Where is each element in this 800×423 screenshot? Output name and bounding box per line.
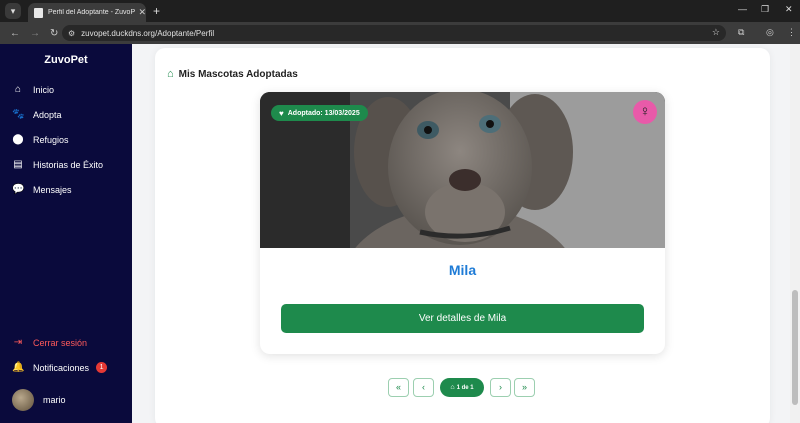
paw-icon: 🐾 — [12, 109, 25, 120]
current-page-text: 1 de 1 — [456, 384, 474, 391]
reload-icon[interactable]: ↻ — [50, 28, 58, 39]
sidebar-item-inicio[interactable]: ⌂ Inicio — [12, 84, 54, 95]
tab-title: Perfil del Adoptante - ZuvoPet — [47, 9, 136, 16]
address-bar[interactable]: ⚙ zuvopet.duckdns.org/Adoptante/Perfil ☆ — [62, 25, 726, 41]
page-favicon-icon — [34, 7, 43, 18]
sign-out-icon: ⇥ — [13, 337, 23, 348]
view-pet-details-button[interactable]: Ver detalles de Mila — [281, 304, 644, 333]
forward-arrow-icon[interactable]: → — [30, 28, 40, 39]
sidebar-item-label: Historias de Éxito — [33, 159, 104, 170]
sidebar-item-label: Adopta — [33, 109, 62, 120]
browser-toolbar: ← → ↻ ⚙ zuvopet.duckdns.org/Adoptante/Pe… — [0, 22, 800, 44]
adopted-date-text: Adoptado: 13/03/2025 — [287, 109, 360, 117]
brand-logo-text[interactable]: ZuvoPet — [0, 54, 132, 66]
user-name: mario — [43, 395, 66, 405]
notifications-label: Notificaciones — [33, 362, 90, 373]
browser-menu-icon[interactable]: ⋮ — [787, 27, 796, 38]
map-pin-icon: ⬤ — [12, 134, 24, 145]
pet-photo: ♥ Adoptado: 13/03/2025 ♀ — [260, 92, 665, 248]
heart-icon: ♥ — [279, 108, 284, 118]
notifications-count-badge: 1 — [96, 362, 108, 373]
first-page-button[interactable]: « — [388, 378, 409, 397]
site-info-icon[interactable]: ⚙ — [68, 29, 75, 38]
url-text[interactable]: zuvopet.duckdns.org/Adoptante/Perfil — [81, 29, 214, 38]
logout-label: Cerrar sesión — [33, 337, 88, 348]
next-page-button[interactable]: › — [490, 378, 511, 397]
last-page-button[interactable]: » — [514, 378, 535, 397]
adopted-date-badge: ♥ Adoptado: 13/03/2025 — [271, 105, 368, 121]
sidebar-item-refugios[interactable]: ⬤ Refugios — [12, 134, 69, 145]
avatar — [12, 389, 34, 411]
sidebar-item-label: Refugios — [33, 134, 69, 145]
bookmark-star-icon[interactable]: ☆ — [712, 27, 720, 38]
sidebar-item-adopta[interactable]: 🐾 Adopta — [12, 109, 62, 120]
pagination: « ‹ ⌂ 1 de 1 › » — [155, 378, 770, 397]
book-icon: ▤ — [13, 159, 23, 170]
pet-card: ♥ Adoptado: 13/03/2025 ♀ Mila Ver detall… — [260, 92, 665, 354]
chat-icon: 💬 — [12, 184, 25, 195]
user-profile[interactable]: mario — [12, 389, 66, 411]
tab-search-chevron-icon[interactable]: ▾ — [5, 3, 21, 19]
sidebar-item-label: Inicio — [33, 84, 55, 95]
restore-icon[interactable]: ❐ — [761, 4, 769, 15]
logout-button[interactable]: ⇥ Cerrar sesión — [12, 337, 87, 348]
female-gender-icon: ♀ — [633, 100, 657, 124]
minimize-icon[interactable]: — — [738, 4, 747, 14]
home-icon: ⌂ — [14, 84, 22, 95]
sidebar-item-mensajes[interactable]: 💬 Mensajes — [12, 184, 72, 195]
home-icon: ⌂ — [167, 68, 174, 80]
bell-icon: 🔔 — [12, 362, 25, 373]
section-title: ⌂ Mis Mascotas Adoptadas — [167, 68, 298, 80]
current-page-indicator: ⌂ 1 de 1 — [440, 378, 484, 397]
sidebar-item-label: Mensajes — [33, 184, 72, 195]
page-scrollbar[interactable] — [790, 44, 800, 423]
sidebar: ZuvoPet ⌂ Inicio 🐾 Adopta ⬤ Refugios ▤ H… — [0, 44, 132, 423]
home-icon: ⌂ — [450, 384, 455, 391]
close-window-icon[interactable]: ✕ — [785, 4, 793, 15]
extensions-icon[interactable]: ⧉ — [738, 27, 744, 38]
section-title-text: Mis Mascotas Adoptadas — [178, 68, 298, 80]
profile-icon[interactable]: ◎ — [766, 27, 774, 38]
sidebar-item-historias[interactable]: ▤ Historias de Éxito — [12, 159, 103, 170]
new-tab-plus-icon[interactable]: + — [153, 4, 160, 18]
scrollbar-thumb[interactable] — [792, 290, 798, 405]
close-tab-icon[interactable]: ✕ — [138, 7, 146, 18]
browser-tab-bar: ▾ Perfil del Adoptante - ZuvoPet ✕ + — ❐… — [0, 0, 800, 22]
profile-content-card: ⌂ Mis Mascotas Adoptadas ♥ Adoptado: 13/… — [155, 48, 770, 423]
back-arrow-icon[interactable]: ← — [10, 28, 20, 39]
prev-page-button[interactable]: ‹ — [413, 378, 434, 397]
main-content: ⌂ Mis Mascotas Adoptadas ♥ Adoptado: 13/… — [132, 44, 790, 423]
browser-tab[interactable]: Perfil del Adoptante - ZuvoPet ✕ — [28, 3, 146, 22]
pet-name: Mila — [448, 262, 477, 278]
notifications-button[interactable]: 🔔 Notificaciones 1 — [12, 362, 108, 373]
